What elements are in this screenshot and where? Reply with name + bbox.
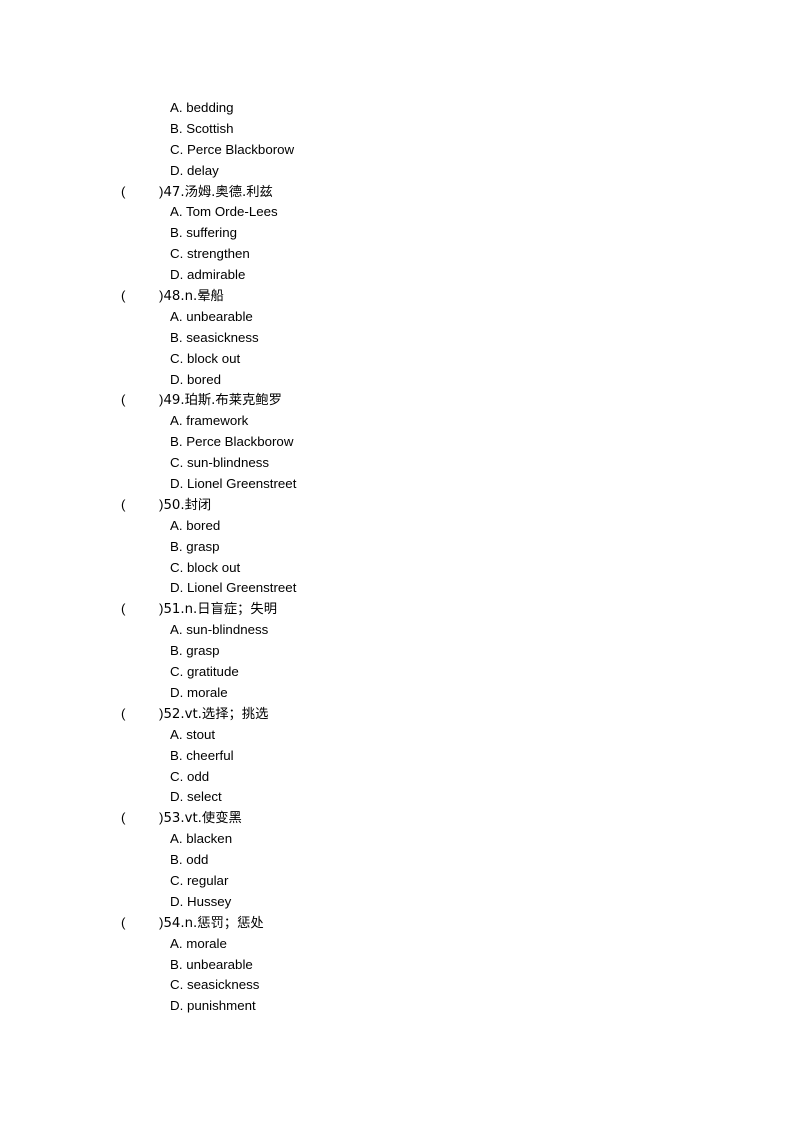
option-label: A. bored (170, 517, 221, 533)
question-stem-54: ()54.n.惩罚；惩处 (0, 913, 794, 934)
option-row[interactable]: C. Perce Blackborow (0, 140, 794, 161)
option-row[interactable]: B. suffering (0, 223, 794, 244)
option-label: B. odd (170, 852, 209, 868)
question-text-50: 50.封闭 (163, 497, 212, 513)
option-row[interactable]: D. admirable (0, 265, 794, 286)
answer-blank-52[interactable]: ( (121, 704, 159, 725)
option-row[interactable]: C. seasickness (0, 975, 794, 996)
question-stem-52: ()52.vt.选择；挑选 (0, 704, 794, 725)
option-label: A. bedding (170, 100, 234, 115)
option-label: D. bored (170, 371, 221, 387)
option-row[interactable]: B. Perce Blackborow (0, 432, 794, 453)
option-label: C. regular (170, 872, 229, 888)
option-row[interactable]: C. sun-blindness (0, 453, 794, 474)
option-label: A. sun-blindness (170, 622, 269, 638)
option-row[interactable]: D. delay (0, 161, 794, 182)
option-row[interactable]: B. odd (0, 850, 794, 871)
option-row[interactable]: B. Scottish (0, 119, 794, 140)
option-row[interactable]: D. Lionel Greenstreet (0, 474, 794, 495)
question-stem-49: ()49.珀斯.布莱克鲍罗 (0, 390, 794, 411)
option-row[interactable]: D. punishment (0, 996, 794, 1017)
question-text-54: 54.n.惩罚；惩处 (163, 915, 264, 931)
question-text-47: 47.汤姆.奥德.利兹 (163, 184, 273, 200)
option-label: C. block out (170, 350, 241, 366)
option-label: B. grasp (170, 538, 220, 554)
answer-blank-47[interactable]: ( (121, 182, 159, 203)
question-text-52: 52.vt.选择；挑选 (163, 706, 269, 722)
option-label: D. Lionel Greenstreet (170, 580, 297, 596)
option-row[interactable]: A. unbearable (0, 307, 794, 328)
option-label: A. unbearable (170, 308, 253, 324)
option-label: D. Hussey (170, 893, 232, 909)
option-label: D. delay (170, 162, 219, 178)
option-row[interactable]: B. grasp (0, 641, 794, 662)
option-row[interactable]: A. sun-blindness (0, 620, 794, 641)
answer-blank-50[interactable]: ( (121, 495, 159, 516)
option-row[interactable]: D. morale (0, 683, 794, 704)
document-page: A. bedding B. Scottish C. Perce Blackborow… (0, 0, 794, 1123)
option-row[interactable]: A. blacken (0, 829, 794, 850)
option-label: B. suffering (170, 225, 238, 241)
option-label: B. unbearable (170, 956, 253, 972)
question-text-48: 48.n.晕船 (163, 289, 224, 305)
option-row[interactable]: A. stout (0, 725, 794, 746)
option-row[interactable]: D. Hussey (0, 892, 794, 913)
question-stem-50: ()50.封闭 (0, 495, 794, 516)
option-row[interactable]: B. grasp (0, 537, 794, 558)
question-stem-53: ()53.vt.使变黑 (0, 808, 794, 829)
option-label: D. select (170, 789, 222, 805)
option-label: A. blacken (170, 831, 233, 847)
answer-blank-53[interactable]: ( (121, 808, 159, 829)
answer-blank-48[interactable]: ( (121, 286, 159, 307)
answer-blank-54[interactable]: ( (121, 913, 159, 934)
option-label: C. gratitude (170, 664, 239, 680)
option-label: B. Perce Blackborow (170, 434, 294, 450)
option-label: B. Scottish (170, 120, 234, 136)
option-row[interactable]: A. bedding (0, 98, 794, 119)
option-row[interactable]: B. cheerful (0, 746, 794, 767)
option-row[interactable]: D. bored (0, 370, 794, 391)
option-row[interactable]: C. strengthen (0, 244, 794, 265)
option-row[interactable]: B. unbearable (0, 955, 794, 976)
option-label: B. cheerful (170, 747, 234, 763)
answer-blank-51[interactable]: ( (121, 599, 159, 620)
question-text-49: 49.珀斯.布莱克鲍罗 (163, 393, 282, 409)
option-row[interactable]: C. odd (0, 767, 794, 788)
option-label: D. Lionel Greenstreet (170, 476, 297, 492)
option-label: C. seasickness (170, 977, 260, 993)
option-label: C. strengthen (170, 246, 250, 262)
option-row[interactable]: C. regular (0, 871, 794, 892)
option-row[interactable]: C. block out (0, 349, 794, 370)
option-label: A. Tom Orde-Lees (170, 204, 278, 220)
option-row[interactable]: C. block out (0, 558, 794, 579)
answer-blank-49[interactable]: ( (121, 390, 159, 411)
option-label: C. block out (170, 559, 241, 575)
option-label: A. morale (170, 935, 227, 951)
option-label: A. framework (170, 413, 249, 429)
option-label: C. sun-blindness (170, 455, 270, 471)
option-label: D. morale (170, 684, 228, 700)
option-row[interactable]: D. Lionel Greenstreet (0, 578, 794, 599)
option-row[interactable]: C. gratitude (0, 662, 794, 683)
option-row[interactable]: A. morale (0, 934, 794, 955)
option-label: A. stout (170, 726, 216, 742)
option-label: B. seasickness (170, 329, 259, 345)
question-text-53: 53.vt.使变黑 (163, 811, 242, 827)
option-row[interactable]: A. Tom Orde-Lees (0, 202, 794, 223)
question-stem-47: ()47.汤姆.奥德.利兹 (0, 182, 794, 203)
option-row[interactable]: A. bored (0, 516, 794, 537)
question-stem-48: ()48.n.晕船 (0, 286, 794, 307)
option-label: C. Perce Blackborow (170, 141, 295, 157)
option-row[interactable]: D. select (0, 787, 794, 808)
option-row[interactable]: A. framework (0, 411, 794, 432)
option-label: D. punishment (170, 998, 256, 1014)
option-label: C. odd (170, 768, 210, 784)
option-label: B. grasp (170, 643, 220, 659)
option-label: D. admirable (170, 267, 246, 283)
question-text-51: 51.n.日盲症；失明 (163, 602, 278, 618)
question-stem-51: ()51.n.日盲症；失明 (0, 599, 794, 620)
option-row[interactable]: B. seasickness (0, 328, 794, 349)
worksheet-body: A. bedding B. Scottish C. Perce Blackborow… (0, 98, 794, 1017)
